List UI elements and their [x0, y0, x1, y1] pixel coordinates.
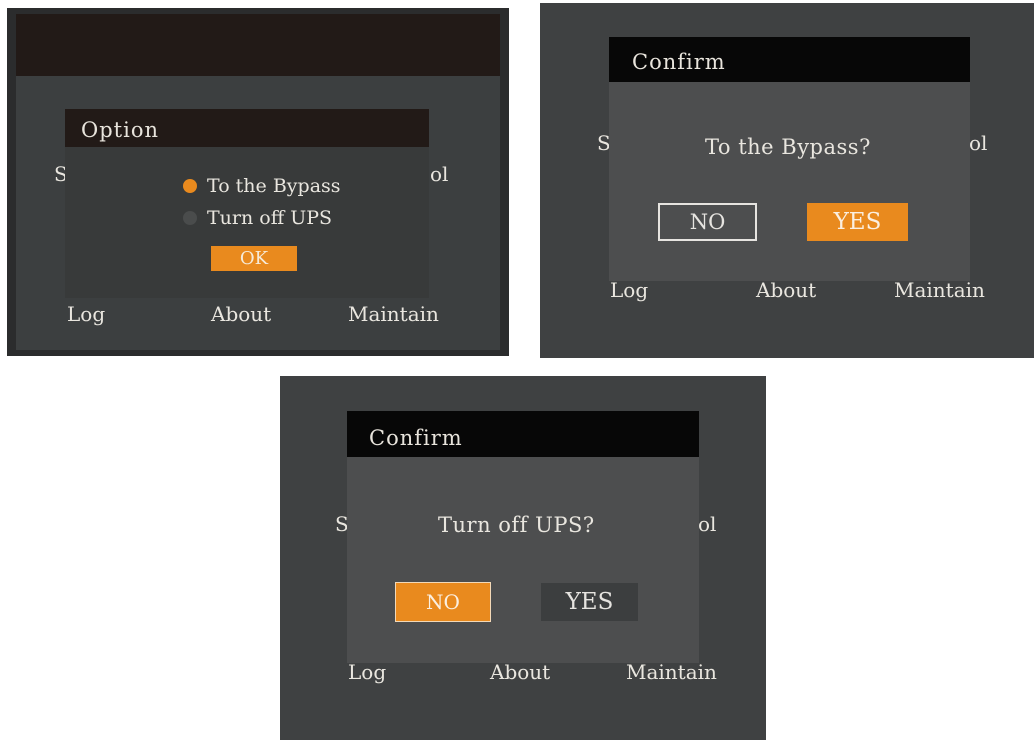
bg-label-right: ol [698, 512, 717, 536]
confirm-title: Confirm [632, 50, 726, 74]
no-button-label: NO [426, 590, 460, 614]
no-button[interactable]: NO [658, 203, 757, 241]
confirm-dialog: Confirm Turn off UPS? NO YES [347, 411, 699, 663]
radio-selected-icon [183, 179, 197, 193]
option-turn-off[interactable]: Turn off UPS [183, 207, 383, 231]
confirm-titlebar: Confirm [347, 411, 699, 457]
option-bypass-label: To the Bypass [207, 175, 341, 197]
yes-button-label: YES [565, 589, 614, 615]
yes-button[interactable]: YES [807, 203, 908, 241]
option-turn-off-label: Turn off UPS [207, 207, 333, 229]
menu-log[interactable]: Log [67, 304, 105, 324]
no-button[interactable]: NO [395, 582, 491, 622]
radio-unselected-icon [183, 211, 197, 225]
top-bar [16, 14, 500, 76]
screen-confirm-turn-off: S ol Confirm Turn off UPS? NO YES Log Ab… [280, 376, 766, 740]
screen-confirm-bypass: S ol Confirm To the Bypass? NO YES Log A… [540, 3, 1034, 358]
confirm-title: Confirm [369, 426, 463, 450]
confirm-dialog: Confirm To the Bypass? NO YES [609, 37, 970, 281]
option-bypass[interactable]: To the Bypass [183, 175, 383, 199]
confirm-titlebar: Confirm [609, 37, 970, 82]
yes-button[interactable]: YES [541, 583, 638, 621]
option-titlebar: Option [65, 109, 429, 147]
menu-log[interactable]: Log [610, 280, 648, 300]
option-dialog: Option To the Bypass Turn off UPS OK [65, 109, 429, 298]
menu-about[interactable]: About [490, 662, 550, 682]
menu-maintain[interactable]: Maintain [626, 662, 717, 682]
yes-button-label: YES [833, 209, 882, 235]
screen-option: S ol Option To the Bypass Turn off UPS O… [7, 8, 509, 356]
bg-label-right: ol [969, 131, 988, 155]
menu-log[interactable]: Log [348, 662, 386, 682]
confirm-question: To the Bypass? [705, 135, 871, 159]
menu-maintain[interactable]: Maintain [348, 304, 439, 324]
option-title: Option [81, 118, 159, 142]
no-button-label: NO [689, 210, 726, 234]
menu-about[interactable]: About [756, 280, 816, 300]
screen-option-inner: S ol Option To the Bypass Turn off UPS O… [16, 14, 500, 350]
ok-button[interactable]: OK [211, 246, 297, 271]
bg-label-right: ol [430, 162, 449, 186]
menu-maintain[interactable]: Maintain [894, 280, 985, 300]
confirm-question: Turn off UPS? [438, 513, 595, 537]
menu-about[interactable]: About [211, 304, 271, 324]
ok-button-label: OK [239, 248, 269, 269]
